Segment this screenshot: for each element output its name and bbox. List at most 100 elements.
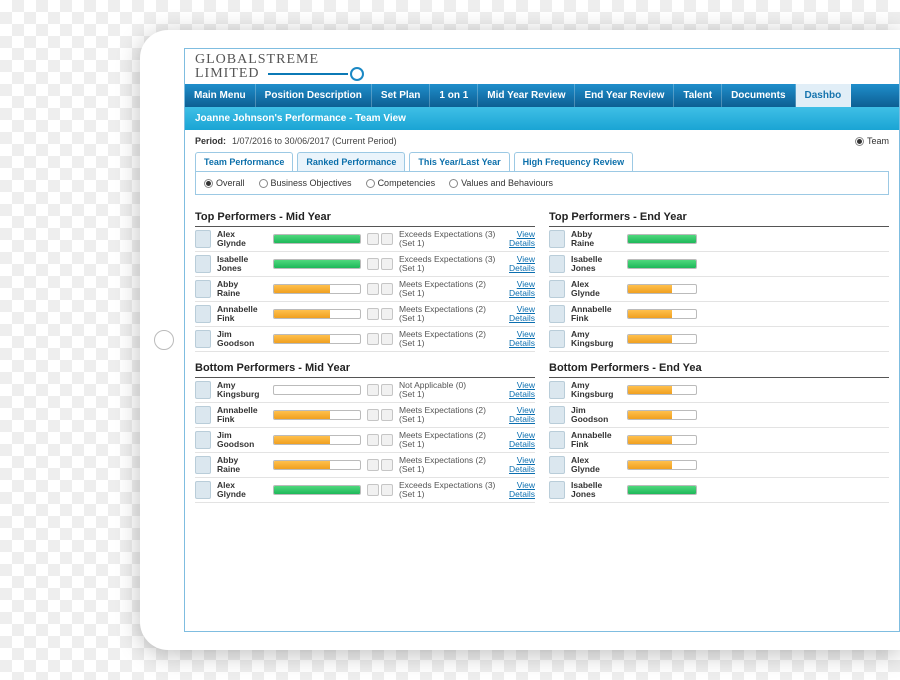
performer-row: AnnabelleFink — [549, 428, 889, 453]
performer-name: AbbyRaine — [217, 280, 267, 298]
section-title-top-end: Top Performers - End Year — [549, 207, 889, 227]
avatar — [549, 381, 565, 399]
page-subheader: Joanne Johnson's Performance - Team View — [185, 107, 899, 130]
menu-item[interactable]: Set Plan — [372, 84, 430, 107]
action-icon[interactable] — [367, 283, 379, 295]
score-bar — [627, 284, 697, 294]
rating-text: Exceeds Expectations (3)(Set 1) — [399, 481, 503, 499]
action-icon[interactable] — [367, 308, 379, 320]
action-icon[interactable] — [381, 333, 393, 345]
action-icon[interactable] — [367, 484, 379, 496]
view-details-link[interactable]: ViewDetails — [509, 406, 535, 424]
performer-row: AbbyRaineMeets Expectations (2)(Set 1)Vi… — [195, 277, 535, 302]
avatar — [195, 305, 211, 323]
action-icon[interactable] — [381, 434, 393, 446]
tablet-home-button[interactable] — [154, 330, 174, 350]
performer-row: AnnabelleFink — [549, 302, 889, 327]
menu-item[interactable]: Documents — [722, 84, 795, 107]
menu-item[interactable]: Dashbo — [796, 84, 852, 107]
performer-row: AbbyRaineMeets Expectations (2)(Set 1)Vi… — [195, 453, 535, 478]
score-bar — [273, 284, 361, 294]
view-details-link[interactable]: ViewDetails — [509, 230, 535, 248]
avatar — [549, 406, 565, 424]
score-bar — [273, 259, 361, 269]
logo-swirl-icon — [350, 67, 364, 81]
menu-item[interactable]: Position Description — [256, 84, 372, 107]
score-bar — [627, 485, 697, 495]
avatar — [195, 381, 211, 399]
performer-row: JimGoodson — [549, 403, 889, 428]
action-icon[interactable] — [367, 434, 379, 446]
action-icon[interactable] — [381, 283, 393, 295]
avatar — [195, 481, 211, 499]
score-bar — [273, 485, 361, 495]
action-icon[interactable] — [381, 308, 393, 320]
action-icon[interactable] — [367, 258, 379, 270]
score-bar — [273, 385, 361, 395]
filter-radio[interactable]: Business Objectives — [259, 178, 352, 188]
score-bar — [273, 334, 361, 344]
rating-text: Meets Expectations (2)(Set 1) — [399, 431, 503, 449]
rating-text: Meets Expectations (2)(Set 1) — [399, 456, 503, 474]
team-radio[interactable]: Team — [855, 136, 889, 146]
view-tab[interactable]: Team Performance — [195, 152, 293, 171]
performer-row: AnnabelleFinkMeets Expectations (2)(Set … — [195, 403, 535, 428]
radio-icon — [449, 179, 458, 188]
view-details-link[interactable]: ViewDetails — [509, 305, 535, 323]
action-icon[interactable] — [381, 258, 393, 270]
performer-name: AlexGlynde — [571, 456, 621, 474]
rating-text: Not Applicable (0)(Set 1) — [399, 381, 503, 399]
avatar — [195, 456, 211, 474]
view-details-link[interactable]: ViewDetails — [509, 280, 535, 298]
filter-radio[interactable]: Overall — [204, 178, 245, 188]
action-icon[interactable] — [367, 384, 379, 396]
action-icon[interactable] — [367, 333, 379, 345]
action-icon[interactable] — [367, 233, 379, 245]
view-tab[interactable]: This Year/Last Year — [409, 152, 509, 171]
score-bar — [627, 234, 697, 244]
action-icon[interactable] — [381, 233, 393, 245]
avatar — [549, 456, 565, 474]
performer-row: AlexGlynde — [549, 453, 889, 478]
avatar — [549, 305, 565, 323]
avatar — [549, 255, 565, 273]
performer-name: AlexGlynde — [217, 230, 267, 248]
view-details-link[interactable]: ViewDetails — [509, 431, 535, 449]
view-details-link[interactable]: ViewDetails — [509, 330, 535, 348]
view-details-link[interactable]: ViewDetails — [509, 481, 535, 499]
view-details-link[interactable]: ViewDetails — [509, 255, 535, 273]
action-icon[interactable] — [367, 409, 379, 421]
row-action-icons — [367, 333, 393, 345]
performer-row: AlexGlyndeExceeds Expectations (3)(Set 1… — [195, 227, 535, 252]
avatar — [549, 230, 565, 248]
performer-row: AbbyRaine — [549, 227, 889, 252]
filter-radio[interactable]: Competencies — [366, 178, 436, 188]
menu-item[interactable]: 1 on 1 — [430, 84, 478, 107]
performer-name: AlexGlynde — [217, 481, 267, 499]
action-icon[interactable] — [367, 459, 379, 471]
performer-name: IsabelleJones — [217, 255, 267, 273]
view-details-link[interactable]: ViewDetails — [509, 456, 535, 474]
performer-row: JimGoodsonMeets Expectations (2)(Set 1)V… — [195, 428, 535, 453]
view-tab[interactable]: Ranked Performance — [297, 152, 405, 171]
menu-item[interactable]: Main Menu — [185, 84, 256, 107]
row-action-icons — [367, 434, 393, 446]
menu-item[interactable]: End Year Review — [575, 84, 674, 107]
score-bar — [627, 385, 697, 395]
performer-name: AmyKingsburg — [217, 381, 267, 399]
menu-item[interactable]: Mid Year Review — [478, 84, 575, 107]
radio-icon — [366, 179, 375, 188]
filter-radio[interactable]: Values and Behaviours — [449, 178, 553, 188]
row-action-icons — [367, 283, 393, 295]
view-details-link[interactable]: ViewDetails — [509, 381, 535, 399]
row-action-icons — [367, 308, 393, 320]
performer-name: IsabelleJones — [571, 481, 621, 499]
menu-item[interactable]: Talent — [674, 84, 722, 107]
avatar — [195, 230, 211, 248]
view-tab[interactable]: High Frequency Review — [514, 152, 634, 171]
action-icon[interactable] — [381, 409, 393, 421]
action-icon[interactable] — [381, 384, 393, 396]
action-icon[interactable] — [381, 484, 393, 496]
action-icon[interactable] — [381, 459, 393, 471]
performer-name: AnnabelleFink — [571, 431, 621, 449]
